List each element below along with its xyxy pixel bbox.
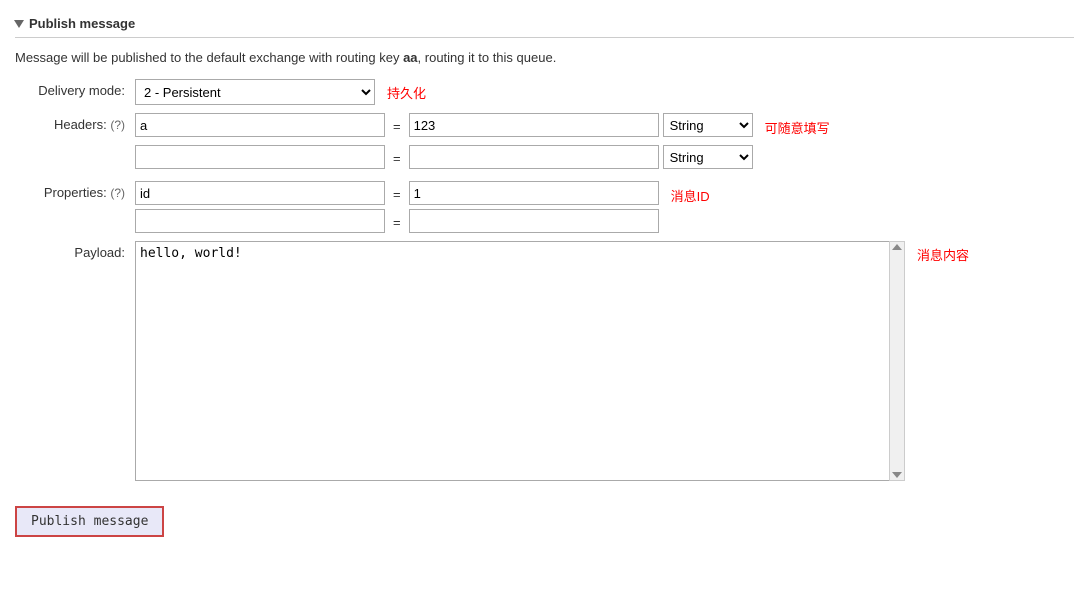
prop-val-2[interactable] [409, 209, 659, 233]
routing-key: aa [403, 50, 417, 65]
delivery-mode-annotation: 持久化 [387, 79, 426, 102]
payload-content: hello, world! 消息内容 [135, 241, 1074, 484]
properties-label: Properties: (?) [15, 181, 135, 200]
header-row-2: = String Number Boolean [135, 145, 830, 169]
prop-annotation-1: 消息ID [671, 182, 710, 205]
publish-message-button[interactable]: Publish message [15, 506, 164, 537]
prop-eq-1: = [389, 183, 405, 204]
payload-label: Payload: [15, 241, 135, 260]
headers-fields: = String Number Boolean 可随意填写 = String [135, 113, 830, 173]
header-type-2[interactable]: String Number Boolean [663, 145, 753, 169]
prop-key-1[interactable] [135, 181, 385, 205]
prop-eq-2: = [389, 211, 405, 232]
header-type-1[interactable]: String Number Boolean [663, 113, 753, 137]
headers-annotation: 可随意填写 [765, 114, 830, 137]
properties-hint: (?) [110, 186, 125, 200]
header-key-2[interactable] [135, 145, 385, 169]
payload-wrapper: hello, world! [135, 241, 905, 484]
description-prefix: Message will be published to the default… [15, 50, 403, 65]
eq-sign-2: = [389, 147, 405, 168]
headers-hint: (?) [110, 118, 125, 132]
description-suffix: , routing it to this queue. [418, 50, 557, 65]
header-row-1: = String Number Boolean 可随意填写 [135, 113, 830, 137]
header-val-1[interactable] [409, 113, 659, 137]
headers-row: Headers: (?) = String Number Boolean 可随意… [15, 113, 1074, 173]
payload-row: Payload: hello, world! 消息内容 [15, 241, 1074, 484]
scroll-down-icon[interactable] [892, 472, 902, 478]
prop-key-2[interactable] [135, 209, 385, 233]
eq-sign-1: = [389, 115, 405, 136]
scrollbar [889, 241, 905, 481]
main-container: Publish message Message will be publishe… [0, 0, 1089, 594]
header-val-2[interactable] [409, 145, 659, 169]
prop-val-1[interactable] [409, 181, 659, 205]
collapse-icon[interactable] [14, 20, 24, 28]
headers-content: = String Number Boolean 可随意填写 = String [135, 113, 1074, 173]
payload-annotation: 消息内容 [917, 241, 969, 264]
headers-label: Headers: (?) [15, 113, 135, 132]
prop-row-2: = [135, 209, 710, 233]
prop-row-1: = 消息ID [135, 181, 710, 205]
properties-content: = 消息ID = [135, 181, 1074, 233]
payload-textarea[interactable]: hello, world! [135, 241, 905, 481]
properties-row: Properties: (?) = 消息ID = [15, 181, 1074, 233]
header-key-1[interactable] [135, 113, 385, 137]
delivery-mode-label: Delivery mode: [15, 79, 135, 98]
props-section: = 消息ID = [135, 181, 710, 233]
scroll-up-icon[interactable] [892, 244, 902, 250]
delivery-mode-row: Delivery mode: 1 - Non-persistent 2 - Pe… [15, 79, 1074, 105]
delivery-mode-select[interactable]: 1 - Non-persistent 2 - Persistent [135, 79, 375, 105]
delivery-mode-content: 1 - Non-persistent 2 - Persistent 持久化 [135, 79, 1074, 105]
description: Message will be published to the default… [15, 50, 1074, 65]
section-header: Publish message [15, 10, 1074, 38]
section-title: Publish message [29, 16, 135, 31]
